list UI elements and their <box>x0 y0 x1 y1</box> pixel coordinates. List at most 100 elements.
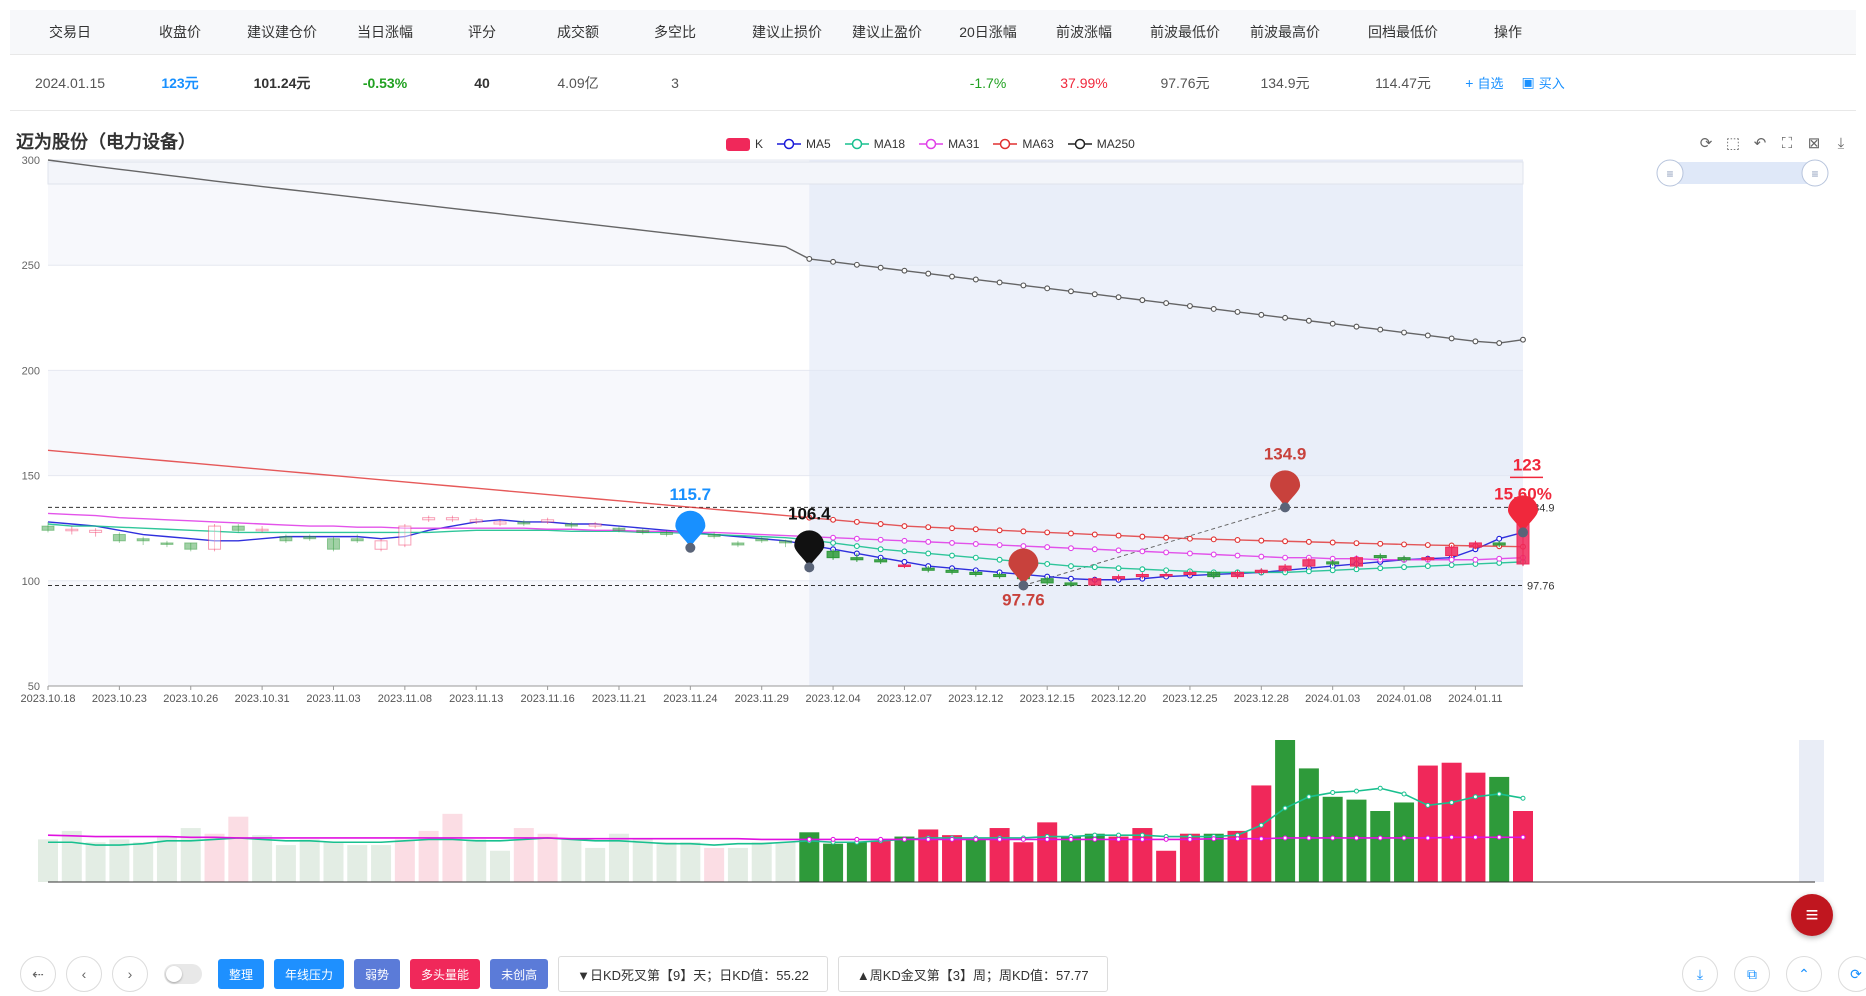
volume-bar <box>1394 802 1415 882</box>
volume-ma-point <box>1472 794 1478 800</box>
series-point <box>1139 533 1146 540</box>
menu-fab-button[interactable]: ≡ <box>1791 894 1833 936</box>
candle <box>874 559 888 563</box>
series-point <box>1448 562 1455 568</box>
volume-ma-point <box>1258 836 1264 842</box>
series-point <box>901 537 908 544</box>
candle <box>1231 571 1245 578</box>
volume-ma-point <box>1449 834 1455 840</box>
series-point <box>1377 565 1384 572</box>
tag-4[interactable]: 未创高 <box>490 959 549 989</box>
series-point <box>1401 564 1407 571</box>
marker-shape <box>675 510 706 548</box>
candle <box>160 542 174 545</box>
series-point <box>1068 545 1074 552</box>
series-point <box>1353 540 1360 547</box>
volume-bar <box>585 847 606 882</box>
volume-ma-point <box>1092 832 1098 838</box>
series-point <box>1020 282 1027 289</box>
candle <box>541 519 555 523</box>
menu-icon: ≡ <box>1805 902 1819 927</box>
series-point <box>949 539 955 546</box>
weekly-kd-info: ▲周KD金叉第【3】周；周KD值：57.77 <box>837 956 1108 992</box>
x-tick-label: 2023.11.21 <box>592 693 646 705</box>
next-icon[interactable]: › <box>112 956 148 992</box>
tag-0[interactable]: 整理 <box>218 959 265 989</box>
candle <box>1468 542 1482 548</box>
x-tick-label: 2023.12.12 <box>948 693 1003 705</box>
candle <box>612 527 626 531</box>
candle <box>469 519 483 523</box>
status-tags: 整理 年线压力 弱势 多头量能 未创高 <box>218 959 549 989</box>
marker-dot <box>685 542 696 553</box>
toggle-switch[interactable] <box>164 964 202 984</box>
series-point <box>949 273 955 280</box>
volume-ma-point <box>1520 834 1526 840</box>
volume-bar <box>442 813 463 882</box>
x-tick-label: 2023.11.16 <box>520 693 574 705</box>
candle <box>1183 571 1197 575</box>
series-point <box>1329 320 1336 327</box>
candle <box>374 540 388 550</box>
volume-bar <box>466 839 487 882</box>
series-point <box>1163 534 1170 541</box>
volume-bar <box>275 845 296 882</box>
volume-ma-point <box>1306 794 1312 800</box>
candle <box>398 525 412 546</box>
candle <box>89 529 103 533</box>
candle <box>303 536 317 540</box>
copy-icon[interactable]: ⧉ <box>1734 956 1770 992</box>
series-point <box>1377 326 1384 333</box>
candle <box>897 564 911 568</box>
volume-ma-point <box>1496 791 1502 797</box>
series-point <box>925 538 932 545</box>
series-point <box>877 264 884 271</box>
x-tick-label: 2023.12.25 <box>1162 693 1217 705</box>
series-point <box>1329 539 1336 546</box>
tag-1[interactable]: 年线压力 <box>274 959 345 989</box>
tag-3[interactable]: 多头量能 <box>410 959 481 989</box>
volume-bar <box>704 847 725 882</box>
volume-bar <box>870 840 891 882</box>
candle <box>969 571 983 575</box>
volume-bar <box>299 839 320 882</box>
marker-label: 106.4 <box>788 504 831 523</box>
volume-ma-point <box>1377 835 1383 841</box>
marker-label: 123 <box>1513 455 1541 474</box>
volume-bar <box>1275 740 1296 882</box>
stock-chart[interactable]: ≡ ≡ 300 250 200 150 100 502023.10.18 2023.10.23 2… <box>0 0 1866 900</box>
y-tick-label: 50 <box>28 681 40 693</box>
download-icon[interactable]: ⤓ <box>1682 956 1718 992</box>
series-point <box>1115 294 1122 301</box>
tag-2[interactable]: 弱势 <box>354 959 401 989</box>
candle <box>445 517 459 521</box>
series-point <box>1258 537 1265 544</box>
series-point <box>1091 564 1098 571</box>
series-point <box>1139 297 1146 304</box>
series-point <box>1091 531 1098 538</box>
volume-bar <box>1037 822 1058 882</box>
series-point <box>1472 556 1479 563</box>
candle <box>208 525 222 550</box>
up-icon[interactable]: ⌃ <box>1786 956 1822 992</box>
volume-bar <box>1346 799 1367 882</box>
back-icon[interactable]: ⇠ <box>20 956 56 992</box>
volume-ma-point <box>1068 836 1074 842</box>
series-point <box>1258 553 1265 560</box>
volume-bar <box>323 842 344 882</box>
volume-bar <box>156 836 177 882</box>
volume-ma-point <box>1449 799 1455 805</box>
series-point <box>949 525 955 532</box>
refresh-icon[interactable]: ⟳ <box>1838 956 1866 992</box>
prev-icon[interactable]: ‹ <box>66 956 102 992</box>
series-point <box>1401 541 1407 548</box>
series-point <box>1305 317 1312 324</box>
series-point <box>1305 568 1312 575</box>
series-point <box>1448 335 1455 342</box>
candle <box>1159 573 1173 577</box>
x-tick-label: 2023.11.29 <box>735 693 789 705</box>
candle <box>1040 578 1054 584</box>
datazoom-handle-icon: ≡ <box>1811 167 1818 181</box>
candle <box>660 531 674 536</box>
volume-bar <box>133 842 154 882</box>
